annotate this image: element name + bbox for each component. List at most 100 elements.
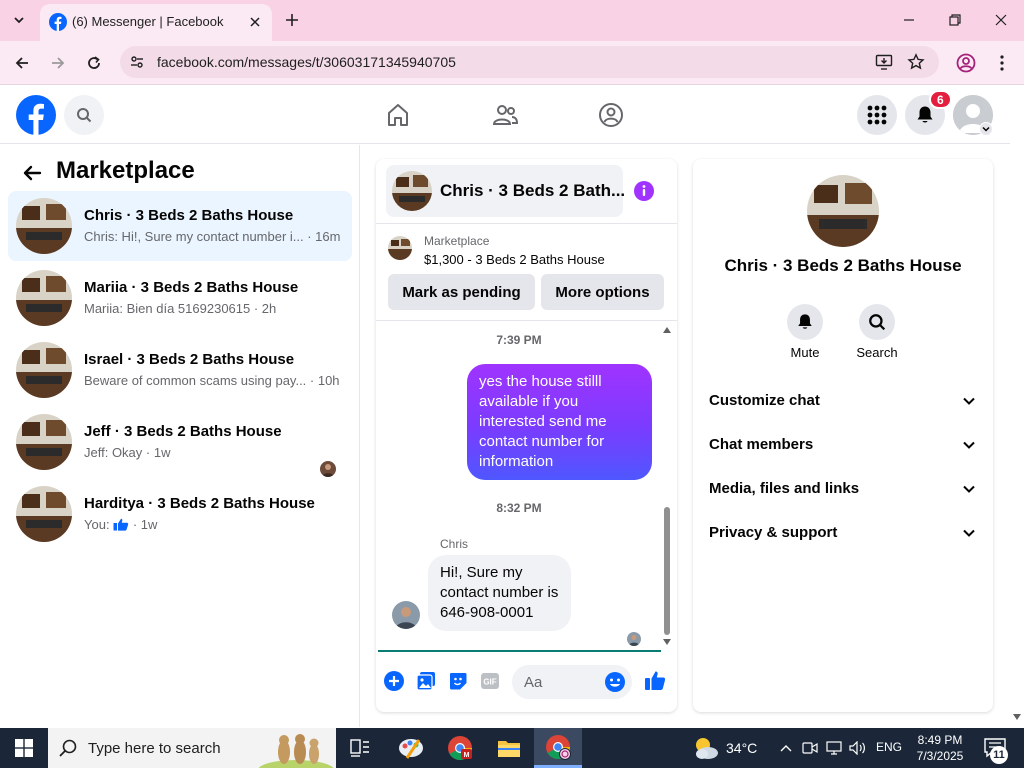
grid-menu-icon bbox=[867, 105, 887, 125]
info-icon bbox=[642, 185, 646, 196]
chat-item-mariia[interactable]: Mariia · 3 Beds 2 Baths House Mariia: Bi… bbox=[8, 263, 352, 333]
task-view-button[interactable] bbox=[336, 728, 384, 768]
show-hidden-icons-button[interactable] bbox=[776, 738, 796, 758]
install-app-button[interactable] bbox=[874, 52, 894, 72]
emoji-icon[interactable] bbox=[604, 671, 626, 693]
tab-search-button[interactable] bbox=[6, 8, 32, 32]
browser-tab-messenger[interactable]: (6) Messenger | Facebook bbox=[40, 4, 272, 41]
bookmark-button[interactable] bbox=[906, 52, 926, 72]
browser-toolbar: facebook.com/messages/t/3060317134594070… bbox=[0, 41, 1024, 85]
privacy-support-row[interactable]: Privacy & support bbox=[701, 513, 985, 553]
conversation-name: Chris · 3 Beds 2 Baths House bbox=[724, 256, 962, 275]
nav-groups[interactable] bbox=[595, 99, 627, 131]
mark-as-pending-button[interactable]: Mark as pending bbox=[388, 274, 535, 310]
sticker-button[interactable] bbox=[447, 670, 469, 692]
minimize-button[interactable] bbox=[887, 4, 931, 36]
notification-center-button[interactable]: 11 bbox=[984, 738, 1012, 764]
facebook-search-button[interactable] bbox=[64, 95, 104, 135]
taskbar-search-box[interactable]: Type here to search bbox=[48, 728, 336, 768]
listing-price[interactable]: $1,300 - 3 Beds 2 Baths House bbox=[424, 252, 605, 267]
new-tab-button[interactable] bbox=[280, 8, 304, 32]
chat-preview: Beware of common scams using pay... · 10… bbox=[84, 373, 340, 388]
clock-time: 8:49 PM bbox=[917, 733, 963, 747]
tray-meet-now[interactable] bbox=[800, 738, 820, 758]
search-conversation-button[interactable]: Search bbox=[842, 304, 912, 360]
taskbar-app-paint[interactable] bbox=[387, 728, 435, 768]
conversation-header[interactable]: Chris · 3 Beds 2 Bath... bbox=[386, 165, 625, 217]
tray-network[interactable] bbox=[824, 738, 844, 758]
more-options-button[interactable]: More options bbox=[541, 274, 664, 310]
clock[interactable]: 8:49 PM 7/3/2025 bbox=[910, 732, 970, 764]
taskbar-app-chrome-active[interactable] bbox=[534, 728, 582, 768]
more-actions-button[interactable] bbox=[383, 670, 405, 692]
chat-name: Mariia · 3 Beds 2 Baths House bbox=[84, 279, 299, 296]
chat-item-harditya[interactable]: Harditya · 3 Beds 2 Baths House You: · 1… bbox=[8, 479, 352, 549]
sender-avatar[interactable] bbox=[392, 601, 420, 629]
profile-button[interactable] bbox=[952, 49, 980, 77]
message-timestamp: 7:39 PM bbox=[496, 333, 542, 347]
nav-home[interactable] bbox=[382, 99, 414, 131]
plus-circle-icon bbox=[384, 671, 404, 691]
nav-friends[interactable] bbox=[489, 99, 521, 131]
message-scroll-up[interactable] bbox=[662, 325, 672, 335]
chat-item-jeff[interactable]: Jeff · 3 Beds 2 Baths House Jeff: Okay ·… bbox=[8, 407, 352, 477]
message-list[interactable]: 7:39 PM yes the house stilll available i… bbox=[376, 321, 677, 651]
weather-partly-cloudy-icon[interactable] bbox=[692, 735, 720, 761]
restore-button[interactable] bbox=[933, 4, 977, 36]
send-like-button[interactable] bbox=[643, 669, 667, 693]
back-to-chats-button[interactable] bbox=[18, 159, 46, 187]
panel-title: Marketplace bbox=[56, 157, 195, 184]
close-window-button[interactable] bbox=[979, 4, 1023, 36]
facebook-favicon-icon bbox=[49, 13, 67, 31]
close-icon bbox=[995, 14, 1007, 26]
arrow-left-icon bbox=[15, 57, 28, 69]
attach-photo-button[interactable] bbox=[415, 670, 437, 692]
message-scrollbar-thumb[interactable] bbox=[664, 507, 670, 635]
listing-thumbnail bbox=[16, 414, 72, 470]
message-input[interactable]: Aa bbox=[512, 665, 632, 699]
reload-button[interactable] bbox=[80, 49, 108, 77]
facebook-logo-icon[interactable] bbox=[16, 95, 56, 135]
chat-members-row[interactable]: Chat members bbox=[701, 425, 985, 465]
scroll-down-arrow-icon[interactable] bbox=[1013, 713, 1021, 721]
browser-menu-button[interactable] bbox=[988, 49, 1016, 77]
weather-temperature[interactable]: 34°C bbox=[726, 740, 757, 756]
chat-item-chris[interactable]: Chris · 3 Beds 2 Baths House Chris: Hi!,… bbox=[8, 191, 352, 261]
listing-thumbnail bbox=[16, 486, 72, 542]
start-button[interactable] bbox=[0, 728, 48, 768]
chat-name: Chris · 3 Beds 2 Baths House bbox=[84, 207, 294, 224]
search-icon bbox=[59, 739, 77, 757]
message-scroll-down[interactable] bbox=[662, 637, 672, 647]
listing-thumbnail bbox=[16, 342, 72, 398]
chevron-down-icon bbox=[14, 17, 24, 24]
taskbar-app-file-explorer[interactable] bbox=[485, 728, 533, 768]
tray-volume[interactable] bbox=[848, 738, 868, 758]
conversation-info-button[interactable] bbox=[634, 181, 654, 201]
taskbar-app-chrome-gmail[interactable]: M bbox=[436, 728, 484, 768]
site-info-button[interactable] bbox=[127, 52, 147, 72]
search-icon-wrap bbox=[859, 304, 895, 340]
back-button[interactable] bbox=[8, 49, 36, 77]
outgoing-message[interactable]: yes the house stilll available if you in… bbox=[467, 364, 652, 480]
mute-button[interactable]: Mute bbox=[770, 304, 840, 360]
row-label: Customize chat bbox=[709, 392, 820, 409]
account-menu-button[interactable] bbox=[979, 122, 993, 136]
menu-button[interactable] bbox=[857, 95, 897, 135]
address-bar[interactable]: facebook.com/messages/t/3060317134594070… bbox=[120, 46, 939, 78]
chat-name: Harditya · 3 Beds 2 Baths House bbox=[84, 495, 315, 512]
page-scrollbar[interactable] bbox=[1010, 86, 1024, 726]
customize-chat-row[interactable]: Customize chat bbox=[701, 381, 985, 421]
tab-close-button[interactable] bbox=[246, 13, 264, 31]
message-input-placeholder: Aa bbox=[524, 674, 543, 691]
media-files-links-row[interactable]: Media, files and links bbox=[701, 469, 985, 509]
row-label: Privacy & support bbox=[709, 524, 838, 541]
url-text[interactable]: facebook.com/messages/t/3060317134594070… bbox=[157, 54, 456, 70]
gif-button[interactable]: GIF bbox=[479, 670, 501, 692]
chat-item-israel[interactable]: Israel · 3 Beds 2 Baths House Beware of … bbox=[8, 335, 352, 405]
input-language[interactable]: ENG bbox=[876, 740, 902, 754]
listing-thumbnail bbox=[388, 236, 412, 260]
incoming-message[interactable]: Hi!, Sure my contact number is 646-908-0… bbox=[428, 555, 571, 631]
forward-button[interactable] bbox=[44, 49, 72, 77]
chevron-down-icon bbox=[982, 126, 990, 132]
mute-label: Mute bbox=[790, 345, 820, 360]
